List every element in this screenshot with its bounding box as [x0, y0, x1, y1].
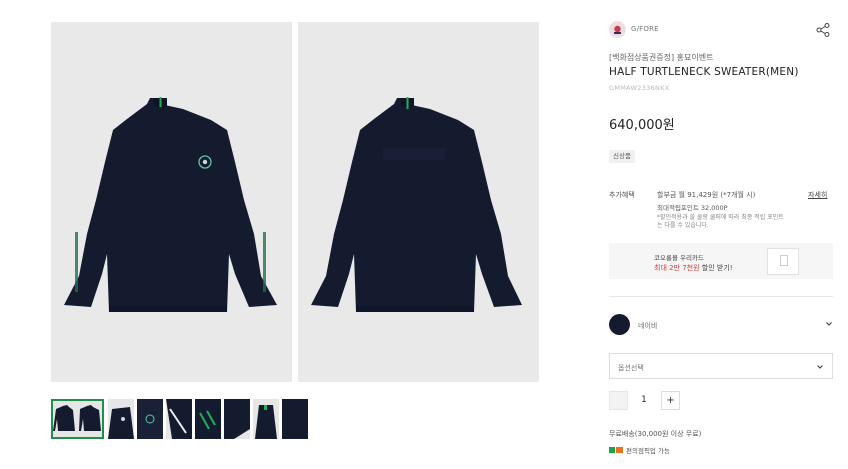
sweater-front-illustration — [64, 97, 277, 312]
benefit-detail-link[interactable]: 자세히 — [808, 190, 827, 200]
thumbnail-strip — [51, 399, 313, 439]
banner-subtitle: 최대 2만 7천원 할인 받기! — [654, 263, 733, 273]
thumbnail-item[interactable] — [166, 399, 192, 439]
main-image-front[interactable] — [51, 22, 292, 382]
installment-info: 할부금 월 91,429원 (*7개월 시) — [657, 191, 756, 199]
promo-tag: [백화점상품권증정] 홍묘이벤트 — [609, 53, 714, 62]
share-icon[interactable] — [815, 22, 831, 38]
color-swatch-navy[interactable] — [609, 314, 630, 335]
brand-row: G/FORE — [609, 20, 833, 40]
color-name: 네이비 — [638, 322, 658, 330]
main-image-back[interactable] — [298, 22, 539, 382]
quantity-decrease-button[interactable] — [609, 391, 628, 410]
banner-title: 코오롱몰 우리카드 — [654, 254, 704, 262]
benefit-label: 추가혜택 — [609, 191, 635, 199]
thumbnail-item[interactable] — [253, 399, 279, 439]
shipping-info: 무료배송(30,000원 이상 무료) — [609, 430, 702, 438]
convenience-store-logo-icon — [609, 447, 623, 453]
quantity-value[interactable]: 1 — [637, 395, 651, 405]
thumbnail-item[interactable] — [137, 399, 163, 439]
chevron-down-icon[interactable] — [825, 320, 833, 328]
option-select[interactable]: 옵션선택 — [609, 353, 833, 379]
option-select-label: 옵션선택 — [618, 364, 644, 372]
product-code: GMMAW2336NKX — [609, 84, 670, 92]
sweater-back-illustration — [311, 97, 522, 312]
thumbnail-item[interactable] — [282, 399, 308, 439]
card-image-icon — [767, 248, 799, 275]
thumbnail-item[interactable] — [195, 399, 221, 439]
points-note: *할인적용과 쓸 쿨랑 쿨퍼에 따라 최종 적립 포인트는 다를 수 있습니다. — [657, 214, 784, 229]
banner-suffix: 할인 받기! — [699, 264, 733, 272]
chevron-down-icon — [817, 365, 823, 369]
thumbnail-item[interactable] — [224, 399, 250, 439]
brand-name[interactable]: G/FORE — [631, 25, 659, 33]
brand-logo[interactable] — [609, 21, 626, 38]
card-promo-banner[interactable]: 코오롱몰 우리카드 최대 2만 7천원 할인 받기! — [609, 243, 833, 279]
quantity-stepper: 1 + — [609, 391, 680, 411]
product-title: HALF TURTLENECK SWEATER(MEN) — [609, 66, 799, 78]
product-price: 640,000원 — [609, 118, 675, 133]
thumbnail-item[interactable] — [108, 399, 134, 439]
max-points-info: 최대적립포인트 32,000P — [657, 204, 728, 212]
color-selector[interactable]: 네이비 — [609, 314, 833, 336]
new-product-badge: 신상품 — [609, 150, 635, 163]
quantity-increase-button[interactable]: + — [661, 391, 680, 410]
pickup-text: 편의점픽업 가능 — [626, 447, 670, 455]
banner-highlight: 최대 2만 7천원 — [654, 264, 700, 272]
thumbnail-item[interactable] — [51, 399, 104, 439]
section-divider — [609, 296, 833, 297]
